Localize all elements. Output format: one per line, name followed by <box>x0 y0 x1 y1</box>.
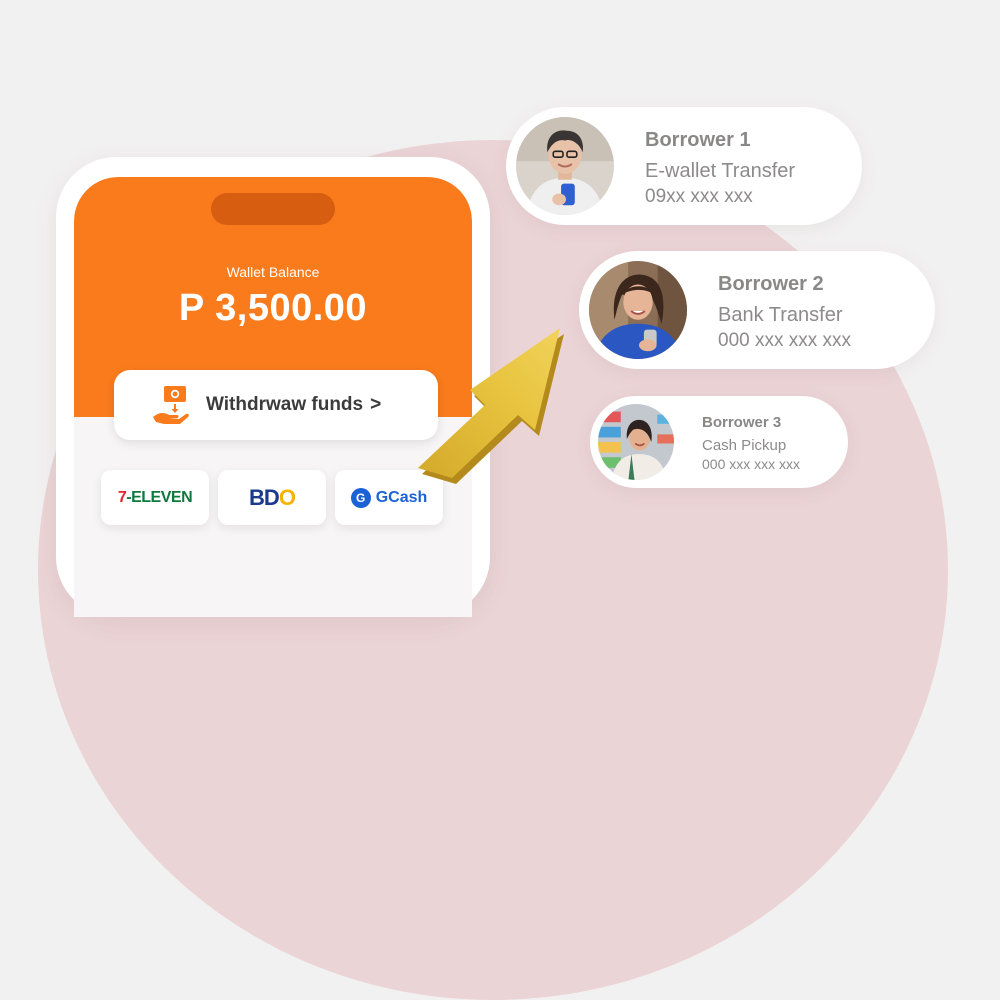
hand-money-icon <box>150 384 192 426</box>
account-number: 09xx xxx xxx <box>645 186 753 207</box>
payout-method: Cash Pickup <box>702 437 787 454</box>
partner-7eleven[interactable]: 7-ELEVEN <box>101 470 209 525</box>
avatar <box>598 404 674 480</box>
wallet-balance-label: Wallet Balance <box>226 264 320 280</box>
borrower-card-2[interactable]: Borrower 2 Bank Transfer 000 xxx xxx xxx <box>579 251 935 369</box>
borrower-card-1[interactable]: Borrower 1 E-wallet Transfer 09xx xxx xx… <box>506 107 862 225</box>
account-number: 000 xxx xxx xxx <box>702 456 801 472</box>
account-number: 000 xxx xxx xxx <box>718 330 852 351</box>
chevron-right-icon: > <box>370 394 382 415</box>
borrower-name: Borrower 3 <box>702 414 782 431</box>
borrower-name: Borrower 1 <box>645 129 751 151</box>
payout-method: Bank Transfer <box>718 304 843 326</box>
withdraw-funds-label: Withdrwaw funds <box>206 394 364 415</box>
borrower-name: Borrower 2 <box>718 273 824 295</box>
borrower-details: Borrower 1 E-wallet Transfer 09xx xxx xx… <box>645 129 795 208</box>
payout-method: E-wallet Transfer <box>645 160 796 182</box>
borrower-details: Borrower 3 Cash Pickup 000 xxx xxx xxx <box>702 414 800 472</box>
gcash-icon: G <box>350 487 371 508</box>
borrower-details: Borrower 2 Bank Transfer 000 xxx xxx xxx <box>718 273 851 352</box>
7eleven-logo: 7-ELEVEN <box>117 488 193 506</box>
arrow-up-right-icon <box>418 328 564 484</box>
bdo-logo: BDO <box>249 484 296 510</box>
avatar <box>589 261 687 359</box>
partner-bdo[interactable]: BDO <box>218 470 326 525</box>
borrower-card-3[interactable]: Borrower 3 Cash Pickup 000 xxx xxx xxx <box>590 396 848 488</box>
phone-notch <box>211 193 335 225</box>
avatar <box>516 117 614 215</box>
